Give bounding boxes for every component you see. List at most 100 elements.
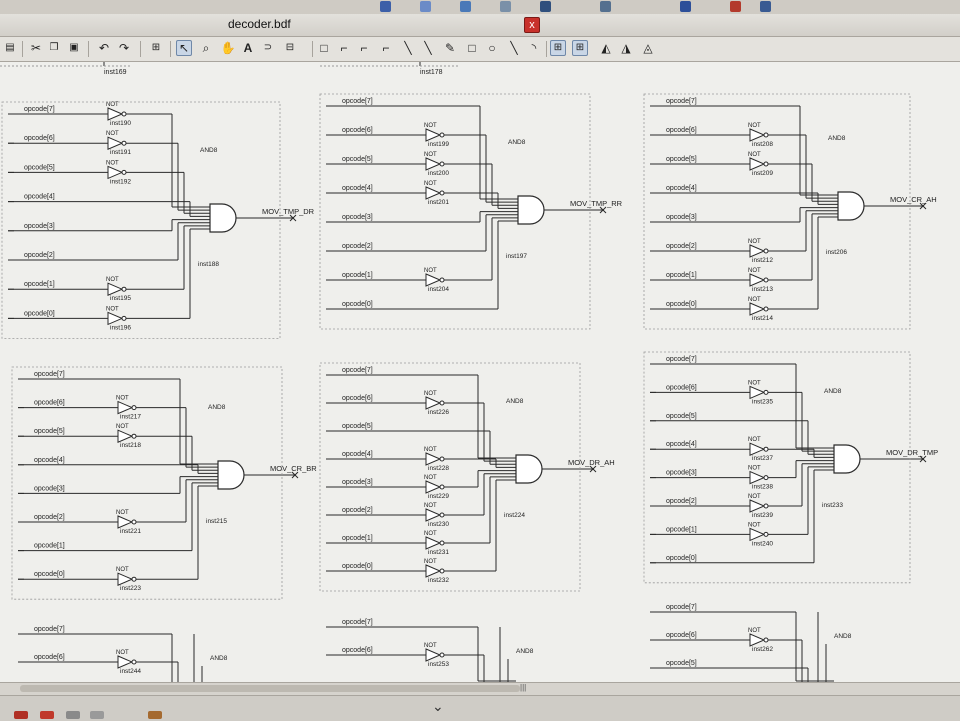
- not-instance-label: inst214: [752, 315, 773, 322]
- not-gate-bubble: [131, 576, 137, 582]
- not-gate: [425, 648, 442, 662]
- print-icon[interactable]: ▤: [2, 40, 18, 56]
- diagonal-bus-icon[interactable]: ╲: [420, 40, 436, 56]
- rubberbanding-icon[interactable]: ⊞: [550, 40, 566, 56]
- not-instance-label: inst262: [752, 646, 773, 653]
- not-gate: [425, 508, 442, 522]
- toolbar-icon[interactable]: [500, 1, 511, 12]
- rotate-icon[interactable]: ◬: [640, 40, 656, 56]
- selection-tool-icon[interactable]: ↖: [176, 40, 192, 56]
- input-pin-label: opcode[4]: [342, 451, 373, 458]
- conduit-icon[interactable]: ⌐: [378, 40, 394, 56]
- not-gate-bubble: [131, 519, 137, 525]
- not-instance-label: inst223: [120, 585, 141, 592]
- not-gate-bubble: [439, 512, 445, 518]
- chevron-down-icon[interactable]: ⌄: [432, 698, 444, 715]
- scrollbar-thumb[interactable]: [20, 685, 520, 692]
- and8-gate: [515, 454, 543, 484]
- not-gate-bubble: [763, 277, 769, 283]
- pencil-icon[interactable]: ✎: [442, 40, 458, 56]
- input-pin-label: opcode[7]: [666, 604, 697, 611]
- not-instance-label: inst200: [428, 170, 449, 177]
- input-pin-label: opcode[6]: [24, 135, 55, 142]
- close-document-button[interactable]: x: [524, 17, 540, 33]
- not-gate-bubble: [763, 446, 769, 452]
- toolbar-icon[interactable]: [540, 1, 551, 12]
- not-instance-label: inst208: [752, 141, 773, 148]
- not-instance-label: inst238: [752, 484, 773, 491]
- orthogonal-node-icon[interactable]: ⌐: [336, 40, 352, 56]
- arc-icon[interactable]: ◝: [526, 40, 542, 56]
- not-gate-bubble: [439, 652, 445, 658]
- input-pin-label: opcode[3]: [24, 223, 55, 230]
- not-gate-type-label: NOT: [748, 268, 761, 274]
- toolbar-icon[interactable]: [730, 1, 741, 12]
- input-pin-label: opcode[0]: [666, 555, 697, 562]
- input-pin-label: opcode[0]: [342, 301, 373, 308]
- input-pin-label: opcode[4]: [666, 185, 697, 192]
- input-pin-label: opcode[3]: [666, 470, 697, 477]
- toolbar-icon[interactable]: [760, 1, 771, 12]
- not-gate: [749, 470, 766, 485]
- and-instance-label: inst224: [504, 512, 525, 519]
- diagonal-node-icon[interactable]: ╲: [400, 40, 416, 56]
- toolbar-icon[interactable]: [380, 1, 391, 12]
- flip-vertical-icon[interactable]: ◮: [618, 40, 634, 56]
- not-instance-label: inst230: [428, 521, 449, 528]
- schematic-drawing[interactable]: inst169 inst178 opcode[7] NOT inst190 opcode[…: [0, 62, 960, 682]
- undo-icon[interactable]: ↶: [96, 40, 112, 56]
- block-tool-icon[interactable]: ⊟: [282, 40, 298, 56]
- text-icon[interactable]: A: [240, 40, 256, 56]
- taskbar-icon[interactable]: [14, 711, 28, 719]
- not-gate: [749, 244, 766, 258]
- ellipse-icon[interactable]: ○: [484, 40, 500, 56]
- zoom-icon[interactable]: ⌕: [198, 40, 214, 56]
- taskbar-icon[interactable]: [90, 711, 104, 719]
- orthogonal-bus-icon[interactable]: ⌐: [356, 40, 372, 56]
- not-gate-bubble: [439, 277, 445, 283]
- not-gate-type-label: NOT: [106, 102, 119, 108]
- not-gate-bubble: [763, 475, 769, 481]
- taskbar-icon[interactable]: [148, 711, 162, 719]
- toolbar-icon[interactable]: [420, 1, 431, 12]
- redo-icon[interactable]: ↷: [116, 40, 132, 56]
- not-gate-type-label: NOT: [748, 628, 761, 634]
- input-pin-label: opcode[2]: [666, 243, 697, 250]
- input-pin-label: opcode[5]: [342, 423, 373, 430]
- and-gate-type-label: AND8: [824, 388, 842, 395]
- toolbar-icon[interactable]: [600, 1, 611, 12]
- not-gate-bubble: [763, 161, 769, 167]
- partial-line-icon[interactable]: ⊞: [572, 40, 588, 56]
- horizontal-scrollbar[interactable]: |||: [0, 682, 960, 695]
- paste-icon[interactable]: ▣: [66, 40, 82, 56]
- not-gate: [425, 564, 442, 578]
- not-gate-type-label: NOT: [424, 391, 437, 397]
- not-gate-bubble: [131, 433, 137, 439]
- hand-icon[interactable]: ✋: [220, 40, 236, 56]
- rectangle-draw-icon[interactable]: □: [464, 40, 480, 56]
- not-gate: [749, 499, 766, 513]
- input-pin-label: opcode[5]: [34, 428, 65, 435]
- schematic-canvas[interactable]: inst169 inst178 opcode[7] NOT inst190 opcode[…: [0, 62, 960, 682]
- line-icon[interactable]: ╲: [506, 40, 522, 56]
- taskbar-icon[interactable]: [66, 711, 80, 719]
- flip-horizontal-icon[interactable]: ◭: [598, 40, 614, 56]
- not-gate-type-label: NOT: [424, 447, 437, 453]
- not-gate-bubble: [439, 484, 445, 490]
- not-gate-bubble: [763, 132, 769, 138]
- copy-icon[interactable]: ❐: [46, 40, 62, 56]
- block-icon[interactable]: ⊞: [148, 40, 164, 56]
- not-gate-type-label: NOT: [748, 297, 761, 303]
- document-title[interactable]: decoder.bdf: [228, 17, 291, 31]
- toolbar-icon[interactable]: [680, 1, 691, 12]
- cut-icon[interactable]: ✂: [28, 40, 44, 56]
- not-gate-type-label: NOT: [748, 380, 761, 386]
- not-gate: [749, 273, 766, 287]
- symbol-icon[interactable]: ⊃: [260, 40, 276, 56]
- rectangle-icon[interactable]: □: [316, 40, 332, 56]
- bottom-panel-bar: ⌄: [0, 695, 960, 721]
- not-gate: [425, 157, 442, 171]
- toolbar-icon[interactable]: [460, 1, 471, 12]
- taskbar-icon[interactable]: [40, 711, 54, 719]
- not-gate-type-label: NOT: [424, 531, 437, 537]
